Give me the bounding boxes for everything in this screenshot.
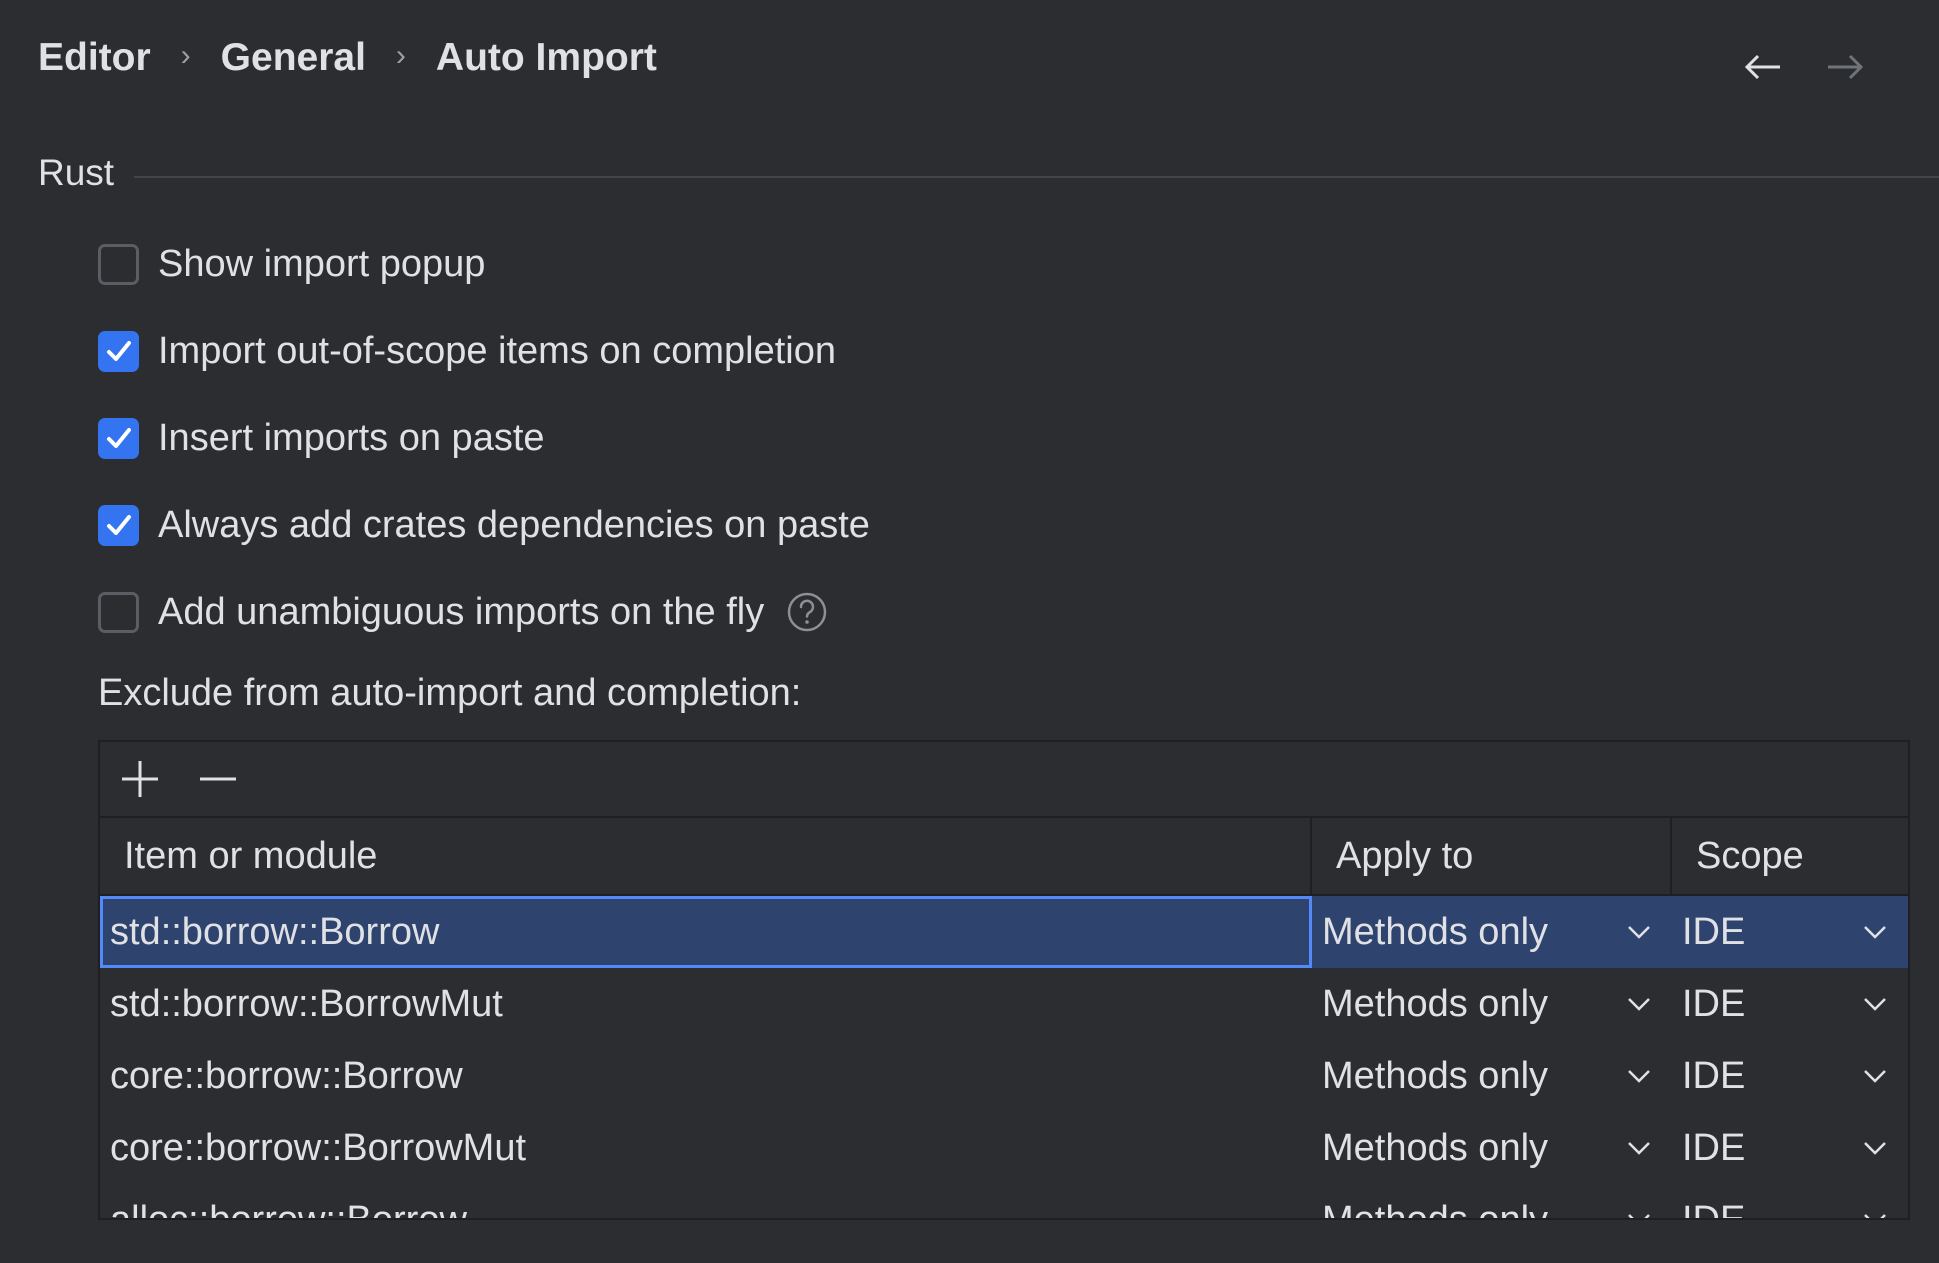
chevron-down-icon	[1862, 1140, 1888, 1156]
scope-value: IDE	[1682, 911, 1745, 954]
breadcrumb-separator: ›	[181, 39, 191, 73]
forward-button[interactable]	[1822, 44, 1868, 90]
breadcrumb-general[interactable]: General	[221, 36, 366, 80]
scope-dropdown[interactable]: IDE	[1672, 1184, 1908, 1220]
arrow-right-icon	[1825, 52, 1865, 82]
remove-button[interactable]	[196, 757, 240, 801]
settings-page: Editor › General › Auto Import Rust Show…	[0, 0, 1939, 1263]
apply-to-value: Methods only	[1322, 911, 1548, 954]
column-header-apply-to[interactable]: Apply to	[1312, 818, 1672, 894]
exclude-label: Exclude from auto-import and completion:	[98, 672, 801, 715]
apply-to-dropdown[interactable]: Methods only	[1312, 968, 1672, 1040]
table-row[interactable]: std::borrow::BorrowMut Methods only IDE	[100, 968, 1908, 1040]
checkbox-add-crates-dependencies[interactable]	[98, 505, 139, 546]
apply-to-value: Methods only	[1322, 1127, 1548, 1170]
breadcrumb-separator: ›	[396, 39, 406, 73]
table-row[interactable]: alloc::borrow::Borrow Methods only IDE	[100, 1184, 1908, 1220]
plus-icon	[120, 759, 160, 799]
arrow-left-icon	[1743, 52, 1783, 82]
checkmark-icon	[105, 513, 133, 537]
option-add-crates-dependencies[interactable]: Always add crates dependencies on paste	[98, 499, 870, 551]
section-header: Rust	[38, 152, 1939, 194]
scope-value: IDE	[1682, 1055, 1745, 1098]
scope-dropdown[interactable]: IDE	[1672, 1040, 1908, 1112]
question-circle-icon	[786, 591, 828, 633]
checkbox-add-unambiguous-imports[interactable]	[98, 592, 139, 633]
cell-item[interactable]: std::borrow::Borrow	[100, 896, 1312, 968]
option-label: Show import popup	[158, 243, 485, 286]
scope-dropdown[interactable]: IDE	[1672, 896, 1908, 968]
option-label: Always add crates dependencies on paste	[158, 504, 870, 547]
section-title: Rust	[38, 152, 114, 194]
breadcrumb-editor[interactable]: Editor	[38, 36, 151, 80]
table-toolbar	[100, 742, 1908, 818]
minus-icon	[198, 759, 238, 799]
breadcrumb: Editor › General › Auto Import	[38, 36, 657, 80]
table-row[interactable]: std::borrow::Borrow Methods only IDE	[100, 896, 1908, 968]
apply-to-dropdown[interactable]: Methods only	[1312, 1040, 1672, 1112]
back-button[interactable]	[1740, 44, 1786, 90]
chevron-down-icon	[1626, 996, 1652, 1012]
chevron-down-icon	[1626, 924, 1652, 940]
apply-to-dropdown[interactable]: Methods only	[1312, 1184, 1672, 1220]
checkbox-show-import-popup[interactable]	[98, 244, 139, 285]
chevron-down-icon	[1626, 1068, 1652, 1084]
apply-to-value: Methods only	[1322, 1199, 1548, 1221]
breadcrumb-auto-import: Auto Import	[436, 36, 657, 80]
apply-to-dropdown[interactable]: Methods only	[1312, 1112, 1672, 1184]
history-navigation	[1740, 44, 1868, 90]
option-label: Add unambiguous imports on the fly	[158, 591, 764, 634]
add-button[interactable]	[118, 757, 162, 801]
section-divider	[134, 176, 1939, 178]
scope-dropdown[interactable]: IDE	[1672, 1112, 1908, 1184]
table-row[interactable]: core::borrow::BorrowMut Methods only IDE	[100, 1112, 1908, 1184]
chevron-down-icon	[1626, 1212, 1652, 1220]
cell-item-text: core::borrow::BorrowMut	[110, 1127, 526, 1170]
scope-value: IDE	[1682, 1199, 1745, 1221]
checkbox-import-out-of-scope[interactable]	[98, 331, 139, 372]
chevron-down-icon	[1862, 996, 1888, 1012]
cell-item[interactable]: core::borrow::Borrow	[100, 1040, 1312, 1112]
scope-value: IDE	[1682, 1127, 1745, 1170]
checkbox-insert-imports-on-paste[interactable]	[98, 418, 139, 459]
help-button[interactable]	[786, 591, 828, 633]
chevron-down-icon	[1862, 924, 1888, 940]
column-header-item[interactable]: Item or module	[100, 818, 1312, 894]
column-header-scope[interactable]: Scope	[1672, 818, 1908, 894]
option-insert-imports-on-paste[interactable]: Insert imports on paste	[98, 412, 870, 464]
option-import-out-of-scope[interactable]: Import out-of-scope items on completion	[98, 325, 870, 377]
cell-item[interactable]: core::borrow::BorrowMut	[100, 1112, 1312, 1184]
table-row[interactable]: core::borrow::Borrow Methods only IDE	[100, 1040, 1908, 1112]
table-header: Item or module Apply to Scope	[100, 818, 1908, 896]
option-label: Import out-of-scope items on completion	[158, 330, 836, 373]
chevron-down-icon	[1862, 1212, 1888, 1220]
scope-value: IDE	[1682, 983, 1745, 1026]
chevron-down-icon	[1626, 1140, 1652, 1156]
apply-to-dropdown[interactable]: Methods only	[1312, 896, 1672, 968]
apply-to-value: Methods only	[1322, 983, 1548, 1026]
chevron-down-icon	[1862, 1068, 1888, 1084]
option-add-unambiguous-imports[interactable]: Add unambiguous imports on the fly	[98, 586, 870, 638]
cell-item[interactable]: std::borrow::BorrowMut	[100, 968, 1312, 1040]
scope-dropdown[interactable]: IDE	[1672, 968, 1908, 1040]
apply-to-value: Methods only	[1322, 1055, 1548, 1098]
table-body: std::borrow::Borrow Methods only IDE std…	[100, 896, 1908, 1220]
cell-item-text: alloc::borrow::Borrow	[110, 1199, 467, 1221]
option-label: Insert imports on paste	[158, 417, 545, 460]
exclude-table-panel: Item or module Apply to Scope std::borro…	[98, 740, 1910, 1220]
cell-item-text: std::borrow::BorrowMut	[110, 983, 503, 1026]
options-list: Show import popup Import out-of-scope it…	[98, 238, 870, 673]
checkmark-icon	[105, 339, 133, 363]
cell-item-text: std::borrow::Borrow	[110, 911, 439, 954]
cell-item-text: core::borrow::Borrow	[110, 1055, 463, 1098]
option-show-import-popup[interactable]: Show import popup	[98, 238, 870, 290]
cell-item[interactable]: alloc::borrow::Borrow	[100, 1184, 1312, 1220]
checkmark-icon	[105, 426, 133, 450]
